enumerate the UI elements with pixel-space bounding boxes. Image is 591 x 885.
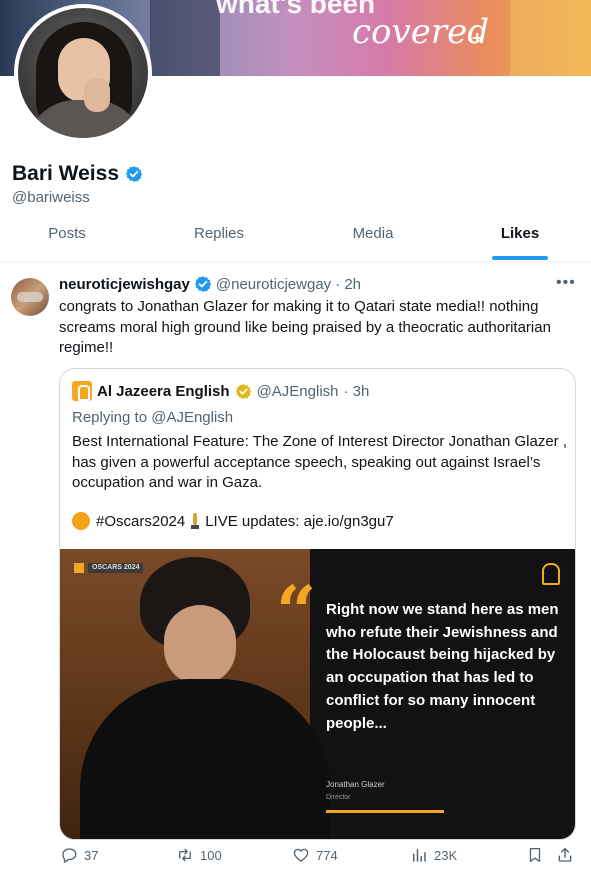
profile-tabs: Posts Replies Media Likes: [0, 214, 591, 262]
tweet-actions: 37 100 774 23K: [0, 846, 591, 876]
verified-badge-icon[interactable]: [125, 165, 143, 183]
reply-button[interactable]: 37: [60, 846, 98, 864]
image-photo-area: [60, 549, 330, 839]
heart-icon: [293, 848, 309, 862]
tab-posts[interactable]: Posts: [32, 214, 102, 262]
tweet-text: congrats to Jonathan Glazer for making i…: [59, 298, 551, 356]
gold-verified-badge-icon[interactable]: [235, 383, 252, 400]
person-body: [80, 679, 330, 839]
live-updates-link[interactable]: LIVE updates: aje.io/gn3gu7: [205, 513, 393, 530]
more-horizontal-icon[interactable]: •••: [556, 274, 576, 292]
tweet-header: neuroticjewishgay @neuroticjewgay · 2h: [59, 275, 361, 293]
al-jazeera-watermark-icon: [542, 563, 560, 585]
quoted-tweet-header: Al Jazeera English @AJEnglish · 3h: [72, 381, 369, 401]
like-count: 774: [316, 847, 338, 863]
badge-text: OSCARS 2024: [88, 563, 144, 573]
image-quote-role: Director: [326, 794, 351, 801]
tab-replies[interactable]: Replies: [184, 214, 254, 262]
profile-display-name: Bari Weiss: [12, 162, 119, 185]
person-face: [164, 605, 236, 685]
tweet[interactable]: neuroticjewishgay @neuroticjewgay · 2h •…: [0, 262, 591, 885]
quoted-tweet-text: Best International Feature: The Zone of …: [72, 433, 567, 491]
image-quote-author: Jonathan Glazer: [326, 780, 385, 789]
share-button[interactable]: [556, 846, 574, 864]
views-button[interactable]: 23K: [410, 846, 457, 864]
view-count: 23K: [434, 847, 458, 863]
reply-icon: [62, 848, 77, 863]
tab-media[interactable]: Media: [338, 214, 408, 262]
oscar-statuette-icon: [191, 512, 200, 530]
profile-avatar[interactable]: [14, 4, 152, 142]
quoted-timestamp[interactable]: · 3h: [344, 383, 370, 400]
hashtag-link[interactable]: #Oscars2024: [96, 513, 185, 530]
banner-subtitle: covered: [352, 12, 489, 52]
badge-square: [74, 563, 84, 573]
avatar-hand: [84, 78, 110, 112]
repost-count: 100: [200, 847, 222, 863]
oscars-badge: OSCARS 2024: [74, 563, 144, 573]
tweet-timestamp[interactable]: · 2h: [335, 276, 361, 293]
quoted-tweet-links: #Oscars2024 LIVE updates: aje.io/gn3gu7: [72, 512, 394, 530]
repost-icon: [179, 848, 191, 862]
share-icon: [558, 847, 572, 862]
quoted-tweet-image[interactable]: OSCARS 2024 “ Right now we stand here as…: [60, 549, 575, 839]
like-button[interactable]: 774: [292, 846, 338, 864]
bookmark-button[interactable]: [526, 846, 544, 864]
image-quote-text: Right now we stand here as men who refut…: [326, 601, 559, 732]
analytics-bar-icon: [413, 849, 426, 862]
quote-mark-icon: “: [276, 570, 317, 653]
quoted-author-handle[interactable]: @AJEnglish: [257, 383, 339, 400]
tweet-author-handle[interactable]: @neuroticjewgay: [216, 276, 331, 293]
profile-handle: @bariweiss: [12, 189, 90, 206]
tab-likes[interactable]: Likes: [485, 214, 555, 262]
verified-badge-icon[interactable]: [194, 275, 212, 293]
active-tab-indicator: [492, 256, 548, 260]
profile-name-row: Bari Weiss: [12, 162, 143, 186]
reply-count: 37: [84, 847, 99, 863]
banner-plus: +: [472, 28, 483, 48]
al-jazeera-logo-icon: [72, 381, 92, 401]
tweet-author-name[interactable]: neuroticjewishgay: [59, 276, 190, 293]
replying-to: Replying to @AJEnglish: [72, 409, 234, 426]
quoted-author-name[interactable]: Al Jazeera English: [97, 383, 230, 400]
image-accent-bar: [326, 810, 444, 813]
banner-tile: [150, 0, 220, 76]
bookmark-icon: [529, 847, 541, 863]
tweet-author-avatar[interactable]: [11, 278, 49, 316]
banner-tile: [510, 0, 591, 76]
quoted-tweet[interactable]: Al Jazeera English @AJEnglish · 3h Reply…: [59, 368, 576, 840]
repost-button[interactable]: 100: [176, 846, 222, 864]
orange-circle-icon: [72, 512, 90, 530]
